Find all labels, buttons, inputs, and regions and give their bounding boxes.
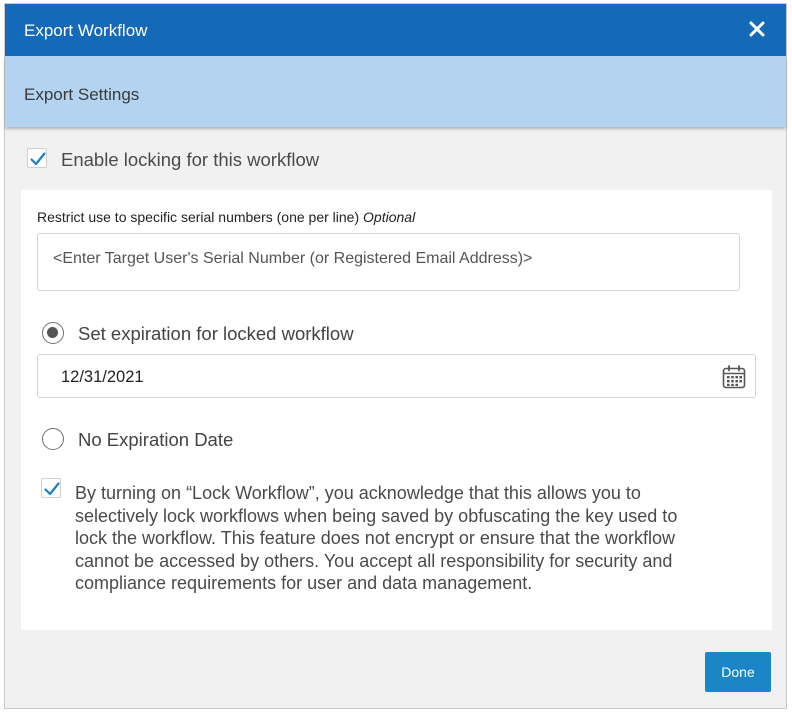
acknowledge-checkbox[interactable] [41, 478, 61, 498]
enable-locking-label: Enable locking for this workflow [61, 149, 320, 170]
enable-locking-checkbox[interactable] [27, 148, 47, 168]
serial-numbers-input[interactable]: <Enter Target User's Serial Number (or R… [37, 233, 740, 291]
export-settings-header: Export Settings [5, 56, 786, 127]
export-workflow-dialog: Export Workflow Export Settings Enable l… [4, 3, 787, 709]
checkmark-icon [44, 482, 60, 496]
set-expiration-label: Set expiration for locked workflow [78, 323, 354, 344]
close-icon[interactable] [746, 16, 768, 40]
dialog-titlebar: Export Workflow [5, 4, 786, 56]
restrict-serials-label: Restrict use to specific serial numbers … [37, 209, 415, 225]
dialog-title: Export Workflow [24, 21, 148, 40]
no-expiration-label: No Expiration Date [78, 429, 234, 450]
optional-label: Optional [363, 209, 416, 225]
locking-options-panel: Restrict use to specific serial numbers … [21, 190, 772, 630]
done-button[interactable]: Done [705, 652, 771, 692]
no-expiration-radio[interactable] [42, 428, 64, 450]
calendar-icon[interactable] [721, 364, 747, 390]
checkmark-icon [30, 152, 46, 166]
acknowledgement-text: By turning on “Lock Workflow”, you ackno… [75, 483, 678, 593]
expiration-date-value: 12/31/2021 [61, 368, 144, 386]
serial-numbers-placeholder: <Enter Target User's Serial Number (or R… [53, 250, 533, 267]
export-settings-label: Export Settings [24, 85, 140, 104]
expiration-date-input[interactable]: 12/31/2021 [37, 354, 756, 398]
set-expiration-radio[interactable] [42, 322, 64, 344]
restrict-serials-text: Restrict use to specific serial numbers … [37, 209, 360, 225]
